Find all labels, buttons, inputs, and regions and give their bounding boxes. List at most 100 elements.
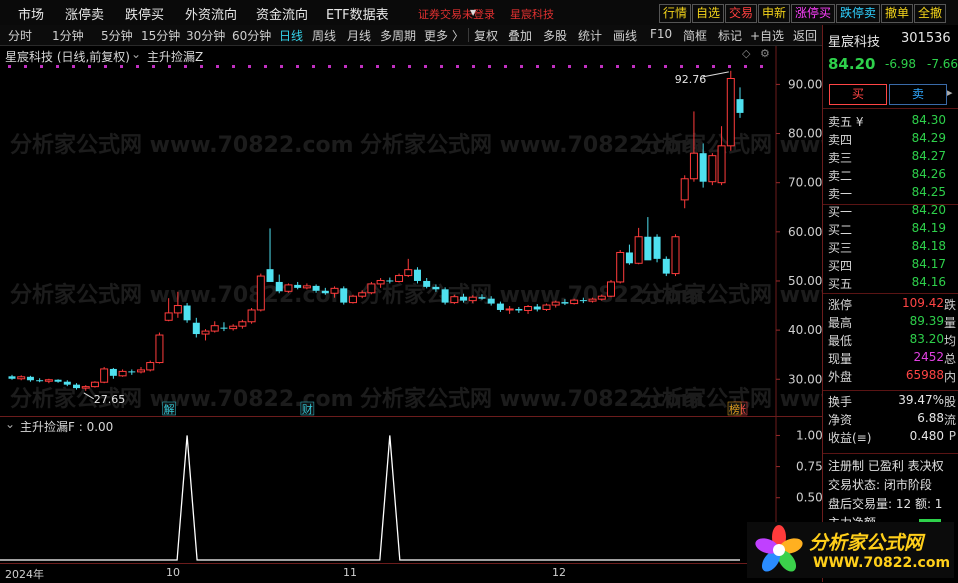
menu-limit-down-buy[interactable]: 跌停买 — [125, 4, 164, 23]
gear-icon[interactable]: ⚙ — [760, 47, 770, 60]
sell-level-price: 84.29 — [911, 131, 946, 145]
dropdown-arrow-icon[interactable]: ▼ — [470, 8, 476, 17]
candlestick-chart[interactable]: 分析家公式网 www.70822.com 分析家公式网 www.70822.com… — [0, 46, 822, 416]
stat-suffix: 内 — [943, 370, 956, 384]
period-weekly[interactable]: 周线 — [312, 27, 336, 44]
menu-capital-flow[interactable]: 资金流向 — [256, 4, 308, 23]
candle-body — [210, 325, 219, 332]
event-marker-label: 财 — [302, 402, 313, 416]
stat-label: 最高 — [828, 316, 853, 330]
period-multi[interactable]: 多周期 — [380, 27, 416, 44]
signal-dot — [616, 65, 619, 68]
stat-suffix: 均 — [943, 334, 956, 348]
indicator-tick-label: 1.00 — [796, 428, 822, 442]
tool-adjust[interactable]: 复权 — [474, 27, 498, 44]
indicator-collapse-icon[interactable]: ⌄ — [5, 417, 15, 431]
period-5min[interactable]: 5分钟 — [101, 27, 133, 44]
top-button-5[interactable]: 跌停卖 — [836, 4, 881, 23]
more-arrow-icon[interactable]: 〉 — [452, 27, 464, 44]
buy-level-row[interactable]: 买四 84.17 — [828, 257, 956, 275]
signal-dot — [552, 65, 555, 68]
tool-add-watchlist[interactable]: +自选 — [750, 27, 784, 44]
signal-dot — [600, 65, 603, 68]
price-change-pct: -7.66 — [927, 57, 958, 71]
menu-etf-table[interactable]: ETF数据表 — [326, 4, 389, 23]
tool-draw-line[interactable]: 画线 — [613, 27, 637, 44]
stat-label: 现量 — [828, 352, 853, 366]
stat-row: 最高 89.39 量 — [828, 314, 956, 332]
period-15min[interactable]: 15分钟 — [141, 27, 180, 44]
candle-body — [44, 379, 53, 382]
signal-dot — [504, 65, 507, 68]
buy-level-price: 84.16 — [911, 275, 946, 289]
period-60min[interactable]: 60分钟 — [232, 27, 271, 44]
candle-body — [726, 78, 735, 147]
candle-body — [551, 301, 560, 306]
toolbar-divider — [468, 28, 469, 42]
sell-level-row[interactable]: 卖二 84.26 — [828, 167, 956, 185]
signal-dot — [152, 65, 155, 68]
candle-body — [294, 284, 302, 288]
menu-limit-up-sell[interactable]: 涨停卖 — [65, 4, 104, 23]
buy-level-row[interactable]: 买五 84.16 — [828, 275, 956, 293]
top-button-3[interactable]: 申新 — [758, 4, 791, 23]
top-button-1[interactable]: 自选 — [692, 4, 725, 23]
sell-level-row[interactable]: 卖四 84.29 — [828, 131, 956, 149]
indicator-line — [0, 435, 740, 561]
stock-link[interactable]: 星宸科技 — [510, 6, 554, 22]
signal-dot — [472, 65, 475, 68]
signal-dot — [264, 65, 267, 68]
tool-f10[interactable]: F10 — [650, 27, 672, 41]
tool-overlay[interactable]: 叠加 — [508, 27, 532, 44]
candle-body — [312, 285, 320, 291]
buy-level-row[interactable]: 买二 84.19 — [828, 221, 956, 239]
period-monthly[interactable]: 月线 — [347, 27, 371, 44]
candle-body — [579, 300, 587, 302]
stat-row: 净资 6.88 流 — [828, 411, 956, 429]
candle-body — [524, 306, 533, 311]
candle-body — [432, 286, 440, 290]
buy-level-row[interactable]: 买一 84.20 — [828, 203, 956, 221]
indicator-panel[interactable]: 1.000.750.500.25 ⌄ 主升捡漏F : 0.00 — [0, 416, 822, 565]
indicator-dropdown-icon[interactable]: ⌄ — [131, 47, 141, 61]
sell-button[interactable]: 卖 — [889, 84, 947, 105]
sell-level-row[interactable]: 卖五 ¥ 84.30 — [828, 113, 956, 131]
indicator-chart[interactable]: 1.000.750.500.25 — [0, 417, 822, 565]
top-button-4[interactable]: 涨停买 — [791, 4, 836, 23]
stock-name: 星宸科技 — [828, 35, 881, 50]
period-more[interactable]: 更多 — [424, 27, 448, 44]
top-button-0[interactable]: 行情 — [659, 4, 692, 23]
login-notice[interactable]: 证券交易未登录 — [418, 6, 495, 22]
menu-market[interactable]: 市场 — [18, 4, 44, 23]
period-30min[interactable]: 30分钟 — [186, 27, 225, 44]
candle-body — [597, 295, 606, 300]
candle-body — [340, 288, 348, 303]
signal-dot — [392, 65, 395, 68]
period-tick[interactable]: 分时 — [8, 27, 32, 44]
top-button-6[interactable]: 撤单 — [881, 4, 914, 23]
signal-dot — [424, 65, 427, 68]
buy-level-row[interactable]: 买三 84.18 — [828, 239, 956, 257]
candlestick-panel[interactable]: 分析家公式网 www.70822.com 分析家公式网 www.70822.com… — [0, 46, 822, 416]
period-daily[interactable]: 日线 — [279, 27, 303, 44]
price-tick-label: 80.00 — [788, 127, 822, 141]
sell-level-row[interactable]: 卖三 84.27 — [828, 149, 956, 167]
period-1min[interactable]: 1分钟 — [52, 27, 84, 44]
tool-multi-stock[interactable]: 多股 — [543, 27, 567, 44]
top-button-7[interactable]: 全撤 — [914, 4, 947, 23]
top-button-2[interactable]: 交易 — [725, 4, 758, 23]
tool-simple-frame[interactable]: 简框 — [683, 27, 707, 44]
divider — [823, 390, 958, 391]
tool-back[interactable]: 返回 — [793, 27, 817, 44]
menu-foreign-flow[interactable]: 外资流向 — [185, 4, 237, 23]
diamond-icon[interactable]: ◇ — [742, 47, 750, 60]
signal-dot — [8, 65, 11, 68]
signal-dot — [376, 65, 379, 68]
tool-mark[interactable]: 标记 — [718, 27, 742, 44]
sell-level-row[interactable]: 卖一 84.25 — [828, 185, 956, 203]
trade-options-icon[interactable]: ▸ — [947, 86, 953, 99]
buy-button[interactable]: 买 — [829, 84, 887, 105]
main-indicator-name[interactable]: 主升捡漏Z — [147, 48, 203, 65]
candle-body — [100, 368, 109, 383]
tool-statistics[interactable]: 统计 — [578, 27, 602, 44]
